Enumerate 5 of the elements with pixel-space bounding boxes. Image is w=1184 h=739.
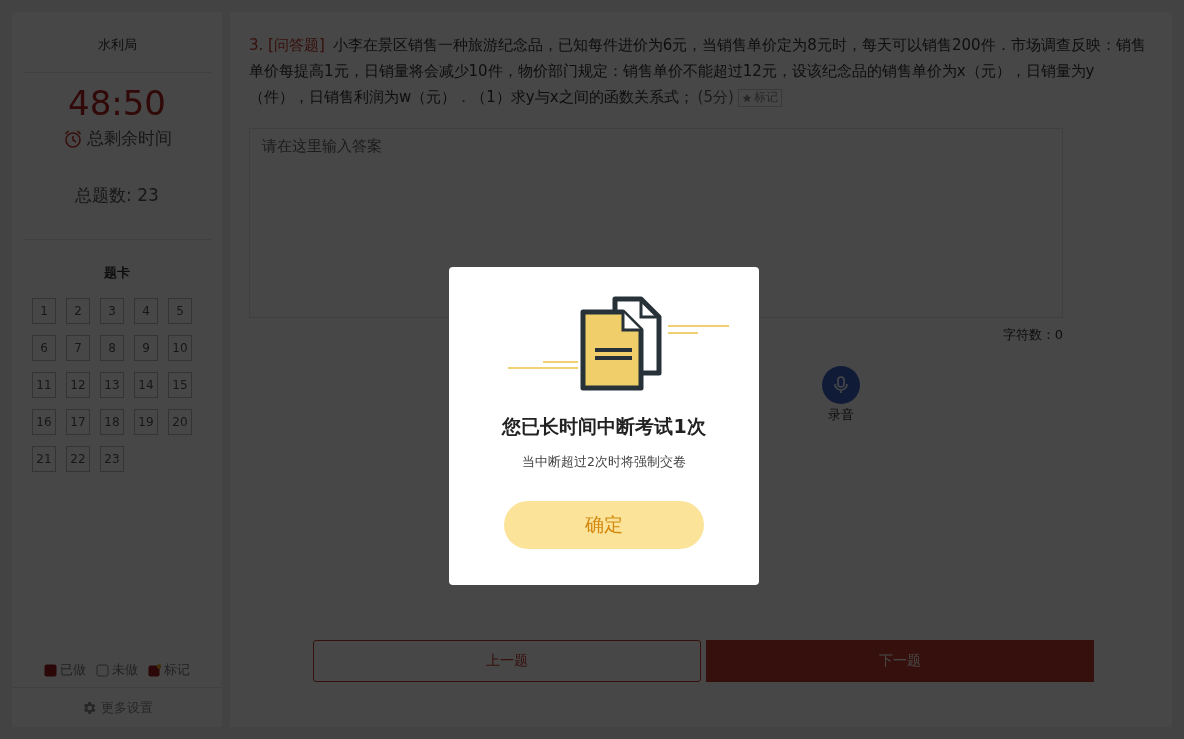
countdown-timer: 48:50 — [68, 83, 166, 123]
answer-card-title: 题卡 — [104, 264, 130, 282]
dialog-message: 当中断超过2次时将强制交卷 — [522, 454, 686, 471]
confirm-button[interactable]: 确定 — [504, 501, 704, 549]
dialog-title: 您已长时间中断考试1次 — [502, 414, 706, 439]
